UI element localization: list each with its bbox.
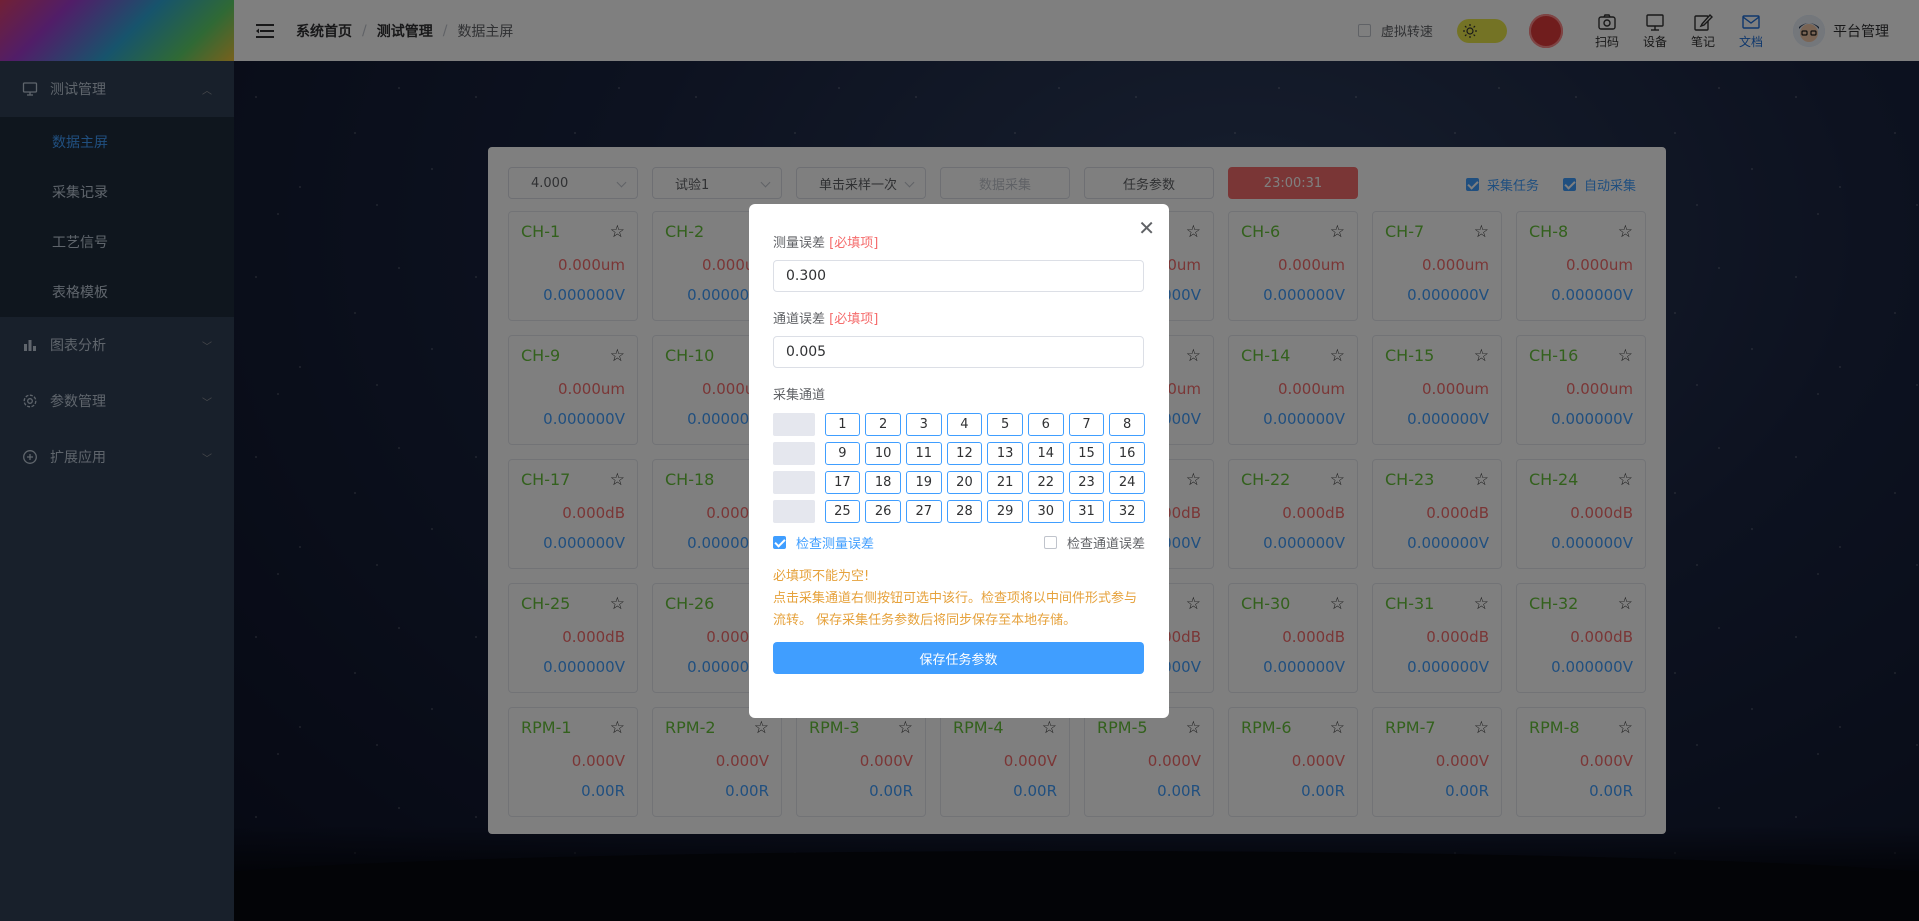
required-tag: [必填项] xyxy=(829,312,879,327)
channel-error-text: 通道误差 xyxy=(773,312,826,327)
check-channel-label: 检查通道误差 xyxy=(1066,537,1145,552)
task-params-dialog: ✕ 测量误差 [必填项] 0.300 通道误差 [必填项] 0.005 采集通道… xyxy=(749,204,1169,718)
channel-toggle[interactable]: 27 xyxy=(905,500,942,523)
note-instructions: 点击采集通道右侧按钮可选中该行。检查项将以中间件形式参与流转。 保存采集任务参数… xyxy=(773,591,1138,628)
channel-row: 12345678 xyxy=(773,413,1145,436)
channel-toggle[interactable]: 4 xyxy=(946,413,983,436)
channel-toggle[interactable]: 13 xyxy=(987,442,1023,465)
select-row-button[interactable] xyxy=(773,413,815,436)
check-options: 检查测量误差 检查通道误差 xyxy=(773,533,1145,552)
channel-toggle[interactable]: 26 xyxy=(865,500,901,523)
select-row-button[interactable] xyxy=(773,442,815,465)
checkbox-checked[interactable] xyxy=(773,536,786,549)
help-note: 必填项不能为空! 点击采集通道右侧按钮可选中该行。检查项将以中间件形式参与流转。… xyxy=(773,566,1145,632)
channel-toggle[interactable]: 9 xyxy=(824,442,861,465)
check-measure-label: 检查测量误差 xyxy=(796,537,875,552)
channel-toggle[interactable]: 15 xyxy=(1068,442,1105,465)
channel-toggle[interactable]: 12 xyxy=(946,442,983,465)
channel-toggle[interactable]: 23 xyxy=(1068,471,1105,494)
channel-toggle[interactable]: 10 xyxy=(865,442,901,465)
channel-toggle[interactable]: 31 xyxy=(1068,500,1105,523)
channel-toggle[interactable]: 7 xyxy=(1068,413,1105,436)
channel-toggle[interactable]: 1 xyxy=(824,413,861,436)
channel-error-input[interactable]: 0.005 xyxy=(773,336,1144,368)
channel-toggle[interactable]: 18 xyxy=(865,471,901,494)
measure-error-label: 测量误差 [必填项] xyxy=(773,232,1145,251)
channel-error-label: 通道误差 [必填项] xyxy=(773,308,1145,327)
select-row-button[interactable] xyxy=(773,500,815,523)
channel-toggle[interactable]: 17 xyxy=(824,471,861,494)
channel-toggle[interactable]: 20 xyxy=(946,471,983,494)
channel-row: 25 26 27 28 29 30 31 32 xyxy=(773,500,1145,523)
check-measure-error[interactable]: 检查测量误差 xyxy=(773,533,874,552)
channel-toggle[interactable]: 28 xyxy=(946,500,983,523)
note-required: 必填项不能为空! xyxy=(773,569,870,584)
channel-toggle[interactable]: 25 xyxy=(824,500,861,523)
channel-row: 9 10 11 12 13 14 15 16 xyxy=(773,442,1145,465)
save-params-button[interactable]: 保存任务参数 xyxy=(773,642,1144,674)
measure-error-text: 测量误差 xyxy=(773,236,826,251)
select-row-button[interactable] xyxy=(773,471,815,494)
channel-toggle[interactable]: 2 xyxy=(865,413,901,436)
channel-toggle[interactable]: 3 xyxy=(905,413,942,436)
channel-toggle[interactable]: 30 xyxy=(1027,500,1064,523)
channel-toggle[interactable]: 6 xyxy=(1027,413,1064,436)
channel-toggle[interactable]: 19 xyxy=(905,471,942,494)
channel-toggle[interactable]: 24 xyxy=(1109,471,1145,494)
channel-toggle[interactable]: 22 xyxy=(1027,471,1064,494)
measure-error-input[interactable]: 0.300 xyxy=(773,260,1144,292)
channel-toggle[interactable]: 16 xyxy=(1109,442,1145,465)
channels-label: 采集通道 xyxy=(773,388,826,403)
channel-toggle[interactable]: 32 xyxy=(1109,500,1145,523)
channel-selector: 1 2 3 4 5 6 7 8 9 10 11 12 13 14 15 16 17 18 19 20 21 22 23 24 2… xyxy=(773,413,1145,523)
channel-row: 17 18 19 20 21 22 23 24 xyxy=(773,471,1145,494)
channel-toggle[interactable]: 14 xyxy=(1027,442,1064,465)
channel-toggle[interactable]: 5 xyxy=(987,413,1023,436)
checkbox[interactable] xyxy=(1043,536,1057,549)
channel-toggle[interactable]: 8 xyxy=(1109,413,1145,436)
required-tag: [必填项] xyxy=(829,236,879,251)
channel-toggle[interactable]: 11 xyxy=(905,442,942,465)
channel-toggle[interactable]: 21 xyxy=(987,471,1023,494)
close-icon[interactable]: ✕ xyxy=(1138,216,1155,240)
check-channel-error[interactable]: 检查通道误差 xyxy=(1043,533,1145,552)
channel-toggle[interactable]: 29 xyxy=(987,500,1023,523)
